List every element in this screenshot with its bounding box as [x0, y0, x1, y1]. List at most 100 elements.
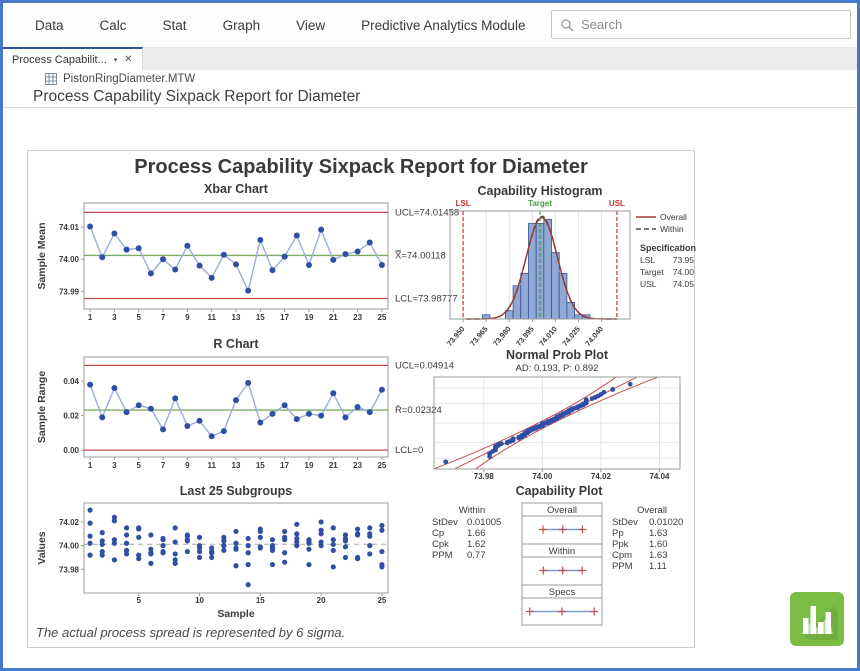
- svg-text:10: 10: [195, 596, 204, 605]
- svg-text:7: 7: [161, 313, 166, 322]
- menu-data[interactable]: Data: [35, 18, 64, 33]
- svg-text:0.01005: 0.01005: [467, 517, 501, 528]
- svg-text:Within: Within: [549, 546, 575, 557]
- svg-text:PPM: PPM: [612, 561, 633, 572]
- svg-text:17: 17: [280, 313, 289, 322]
- svg-text:Capability Plot: Capability Plot: [516, 484, 604, 498]
- svg-text:USL: USL: [640, 279, 657, 289]
- svg-text:Sample Range: Sample Range: [36, 371, 48, 444]
- svg-text:74.040: 74.040: [583, 325, 605, 348]
- svg-text:73.95: 73.95: [673, 255, 695, 265]
- svg-text:73.98: 73.98: [474, 472, 495, 481]
- menu-view[interactable]: View: [296, 18, 325, 33]
- svg-text:Specs: Specs: [549, 587, 576, 598]
- svg-text:25: 25: [377, 461, 386, 470]
- svg-text:9: 9: [185, 313, 190, 322]
- svg-text:1.11: 1.11: [649, 561, 667, 572]
- svg-text:17: 17: [280, 461, 289, 470]
- svg-text:R Chart: R Chart: [213, 337, 259, 351]
- svg-text:23: 23: [353, 461, 362, 470]
- svg-text:74.05: 74.05: [673, 279, 695, 289]
- svg-text:Overall: Overall: [637, 505, 667, 516]
- tab-process-capability[interactable]: Process Capabilit... ▾ ✕: [3, 47, 143, 70]
- svg-text:LSL: LSL: [640, 255, 655, 265]
- svg-text:StDev: StDev: [612, 517, 638, 528]
- capability-plot: Capability Plot Overall Within Specs Within S…: [422, 483, 696, 629]
- svg-text:74.025: 74.025: [560, 325, 582, 348]
- report-title: Process Capability Sixpack Report for Di…: [28, 156, 694, 179]
- svg-text:5: 5: [136, 313, 141, 322]
- app-window: Data Calc Stat Graph View Predictive Ana…: [0, 0, 860, 671]
- svg-text:1.60: 1.60: [649, 539, 668, 550]
- menu-graph[interactable]: Graph: [223, 18, 261, 33]
- svg-text:Capability Histogram: Capability Histogram: [477, 184, 602, 198]
- svg-text:7: 7: [161, 461, 166, 470]
- svg-text:20: 20: [317, 596, 326, 605]
- svg-text:15: 15: [256, 461, 265, 470]
- svg-text:Within: Within: [459, 505, 485, 516]
- search-input[interactable]: [581, 17, 842, 32]
- search-box[interactable]: [551, 10, 851, 39]
- svg-text:74.00: 74.00: [673, 267, 695, 277]
- svg-text:Ppk: Ppk: [612, 539, 629, 550]
- svg-text:21: 21: [329, 461, 338, 470]
- svg-text:Target: Target: [528, 199, 552, 208]
- svg-text:Cp: Cp: [432, 528, 444, 539]
- svg-text:74.010: 74.010: [537, 325, 559, 348]
- svg-text:1.62: 1.62: [467, 539, 486, 550]
- svg-text:AD: 0.193, P: 0.892: AD: 0.193, P: 0.892: [516, 363, 599, 374]
- svg-text:74.04: 74.04: [649, 472, 670, 481]
- svg-text:74.01: 74.01: [59, 223, 80, 232]
- svg-text:74.02: 74.02: [59, 518, 80, 527]
- svg-text:11: 11: [207, 313, 216, 322]
- search-icon: [560, 18, 574, 32]
- menu-predictive-analytics-module[interactable]: Predictive Analytics Module: [361, 18, 525, 33]
- svg-text:73.995: 73.995: [514, 325, 536, 348]
- svg-text:73.980: 73.980: [491, 325, 513, 348]
- svg-text:Normal Prob Plot: Normal Prob Plot: [506, 348, 609, 362]
- xbar-chart: Xbar ChartUCL=74.01458X̿=74.00118LCL=73.…: [32, 181, 468, 337]
- svg-text:74.02: 74.02: [591, 472, 612, 481]
- svg-text:1.63: 1.63: [649, 528, 668, 539]
- report-panel[interactable]: Process Capability Sixpack Report for Di…: [27, 150, 695, 648]
- svg-text:5: 5: [136, 461, 141, 470]
- tab-bar: Process Capabilit... ▾ ✕: [3, 47, 857, 70]
- worksheet-link[interactable]: PistonRingDiameter.MTW: [45, 73, 195, 85]
- capability-histogram: Capability HistogramLSLTargetUSL73.95073…: [422, 181, 696, 351]
- r-chart: R ChartUCL=0.04914R̄=0.02324LCL=00.000.0…: [32, 337, 468, 485]
- svg-text:0.77: 0.77: [467, 550, 486, 561]
- svg-text:Cpm: Cpm: [612, 550, 632, 561]
- svg-text:74.00: 74.00: [59, 542, 80, 551]
- svg-text:0.02: 0.02: [63, 412, 79, 421]
- svg-text:15: 15: [256, 596, 265, 605]
- svg-text:15: 15: [256, 313, 265, 322]
- svg-text:0.04: 0.04: [63, 377, 79, 386]
- tab-close-icon[interactable]: ✕: [124, 54, 132, 65]
- svg-text:13: 13: [232, 313, 241, 322]
- svg-text:Target: Target: [640, 267, 664, 277]
- tab-dropdown-icon[interactable]: ▾: [114, 56, 118, 64]
- svg-text:Overall: Overall: [660, 212, 687, 222]
- svg-text:73.965: 73.965: [468, 325, 490, 348]
- svg-text:PPM: PPM: [432, 550, 453, 561]
- svg-text:73.99: 73.99: [59, 287, 80, 296]
- svg-text:LSL: LSL: [456, 199, 471, 208]
- svg-text:0.00: 0.00: [63, 446, 79, 455]
- svg-text:1.66: 1.66: [467, 528, 486, 539]
- svg-text:13: 13: [232, 461, 241, 470]
- svg-text:25: 25: [377, 596, 386, 605]
- menu-calc[interactable]: Calc: [100, 18, 127, 33]
- report-footnote: The actual process spread is represented…: [36, 625, 345, 640]
- svg-text:Xbar Chart: Xbar Chart: [204, 182, 269, 196]
- svg-text:21: 21: [329, 313, 338, 322]
- normal-prob-plot: Normal Prob PlotAD: 0.193, P: 0.892 73.98…: [422, 347, 696, 483]
- svg-text:74.00: 74.00: [532, 472, 553, 481]
- svg-text:Values: Values: [36, 531, 48, 564]
- svg-text:3: 3: [112, 313, 117, 322]
- svg-text:1.63: 1.63: [649, 550, 668, 561]
- svg-text:USL: USL: [609, 199, 625, 208]
- svg-text:Sample: Sample: [217, 608, 255, 620]
- divider: [3, 107, 857, 108]
- svg-text:Sample Mean: Sample Mean: [36, 222, 48, 289]
- menu-stat[interactable]: Stat: [163, 18, 187, 33]
